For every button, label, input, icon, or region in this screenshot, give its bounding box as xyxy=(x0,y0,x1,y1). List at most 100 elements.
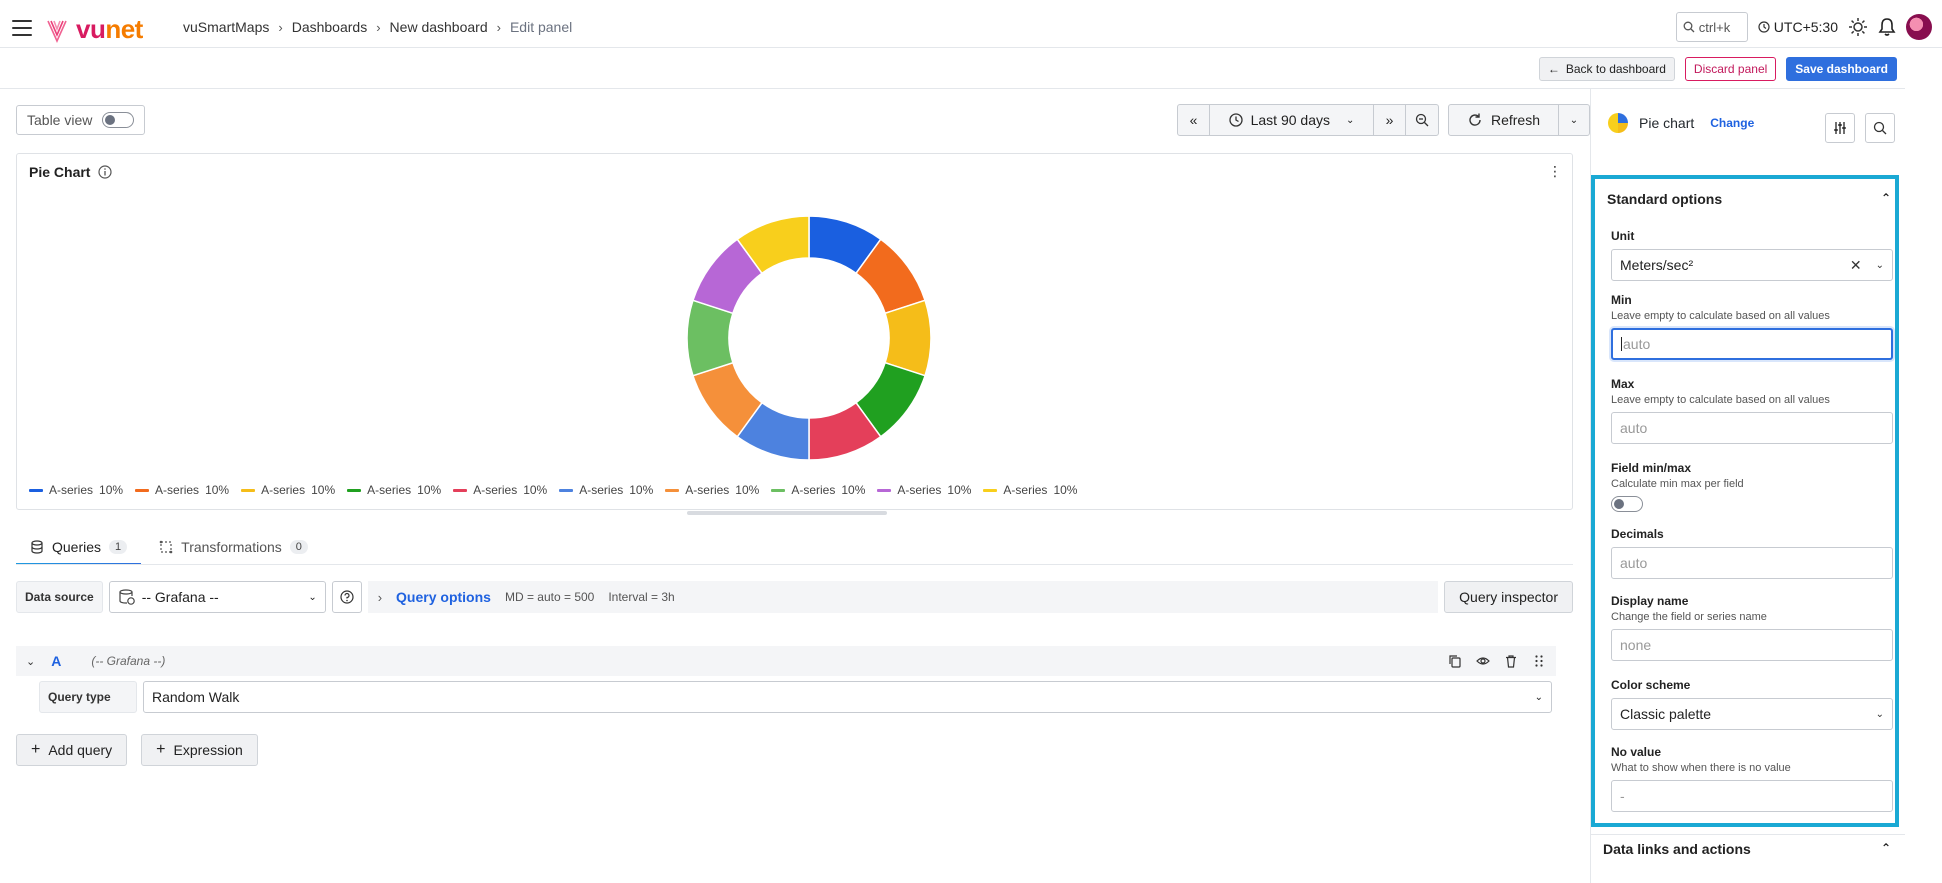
no-value-input[interactable]: - xyxy=(1611,780,1893,812)
back-to-dashboard-button[interactable]: ← Back to dashboard xyxy=(1538,57,1675,81)
zoom-out-button[interactable] xyxy=(1406,105,1438,135)
legend-label: A-series xyxy=(473,483,518,497)
color-scheme-label: Color scheme xyxy=(1611,678,1691,692)
chevron-down-icon: ⌄ xyxy=(1875,259,1884,271)
display-name-description: Change the field or series name xyxy=(1611,611,1767,623)
legend-item-2[interactable]: A-series 10% xyxy=(135,483,229,497)
breadcrumb-new-dashboard[interactable]: New dashboard xyxy=(390,19,488,35)
pie-chart xyxy=(686,215,932,461)
legend-item-3[interactable]: A-series 10% xyxy=(241,483,335,497)
edit-action-bar: ← Back to dashboard Discard panel Save d… xyxy=(0,55,1905,89)
chevron-down-icon: ⌄ xyxy=(308,591,317,603)
logo[interactable]: vunet xyxy=(46,14,143,45)
timezone-label: UTC+5:30 xyxy=(1773,19,1838,35)
tab-queries-label: Queries xyxy=(52,539,102,555)
database-icon xyxy=(31,540,43,554)
tab-queries[interactable]: Queries 1 xyxy=(16,532,142,565)
min-input[interactable]: auto xyxy=(1611,328,1893,360)
chevron-up-icon: ⌃ xyxy=(1880,191,1891,205)
display-name-placeholder: none xyxy=(1620,637,1652,653)
time-forward-button[interactable]: » xyxy=(1374,105,1406,135)
discard-panel-button[interactable]: Discard panel xyxy=(1684,57,1777,81)
legend-item-10[interactable]: A-series 10% xyxy=(983,483,1077,497)
standard-options-header[interactable]: Standard options ⌃ xyxy=(1607,191,1891,207)
unit-select[interactable]: Meters/sec² ✕ ⌄ xyxy=(1611,249,1893,281)
legend-swatch xyxy=(241,488,256,492)
refresh-icon xyxy=(1469,113,1481,126)
tab-transformations[interactable]: Transformations 0 xyxy=(145,532,322,562)
legend-label: A-series xyxy=(791,483,836,497)
chevron-down-icon: ⌄ xyxy=(1569,114,1579,126)
min-field: Min Leave empty to calculate based on al… xyxy=(1611,293,1893,360)
legend-percent: 10% xyxy=(841,483,866,497)
legend-item-1[interactable]: A-series 10% xyxy=(29,483,123,497)
save-dashboard-button[interactable]: Save dashboard xyxy=(1786,57,1897,81)
logo-mark-icon xyxy=(47,20,67,43)
query-options-bar[interactable]: › Query options MD = auto = 500 Interval… xyxy=(367,581,1439,613)
chevron-right-icon: › xyxy=(278,19,283,35)
legend-item-9[interactable]: A-series 10% xyxy=(877,483,971,497)
clear-icon[interactable]: ✕ xyxy=(1850,257,1862,274)
data-links-header[interactable]: Data links and actions ⌃ xyxy=(1603,841,1891,857)
table-view-label: Table view xyxy=(27,112,93,128)
decimals-input[interactable]: auto xyxy=(1611,547,1893,579)
options-filter-button[interactable] xyxy=(1825,113,1855,143)
query-inspector-button[interactable]: Query inspector xyxy=(1444,581,1573,613)
panel-resize-handle[interactable] xyxy=(687,511,887,515)
time-range-picker[interactable]: Last 90 days ⌄ xyxy=(1210,105,1374,135)
panel-title: Pie Chart xyxy=(29,164,113,180)
expression-button[interactable]: + Expression xyxy=(141,734,258,766)
search-button[interactable]: ctrl+k xyxy=(1675,12,1748,42)
drag-handle-icon[interactable] xyxy=(1532,654,1546,668)
datasource-row: Data source -- Grafana -- ⌄ › Query opti… xyxy=(16,581,1573,613)
query-ref-id[interactable]: A xyxy=(51,653,61,669)
eye-icon[interactable] xyxy=(1476,654,1490,668)
avatar[interactable] xyxy=(1906,14,1932,40)
add-query-button[interactable]: + Add query xyxy=(16,734,128,766)
panel-title-text: Pie Chart xyxy=(29,164,91,180)
menu-icon[interactable] xyxy=(12,20,32,36)
legend-label: A-series xyxy=(1003,483,1048,497)
table-view-switch[interactable] xyxy=(102,112,135,128)
info-icon[interactable] xyxy=(98,165,113,179)
legend-item-5[interactable]: A-series 10% xyxy=(453,483,547,497)
field-minmax-switch[interactable] xyxy=(1611,496,1643,512)
refresh-interval-dropdown[interactable]: ⌄ xyxy=(1559,105,1589,135)
datasource-select[interactable]: -- Grafana -- ⌄ xyxy=(108,581,326,613)
legend-item-7[interactable]: A-series 10% xyxy=(665,483,759,497)
legend-item-6[interactable]: A-series 10% xyxy=(559,483,653,497)
display-name-input[interactable]: none xyxy=(1611,629,1893,661)
timezone-picker[interactable]: UTC+5:30 xyxy=(1758,19,1838,35)
bell-icon[interactable] xyxy=(1878,17,1896,37)
legend-item-4[interactable]: A-series 10% xyxy=(347,483,441,497)
decimals-field: Decimals auto xyxy=(1611,527,1893,579)
duplicate-icon[interactable] xyxy=(1448,654,1462,668)
panel-menu-icon[interactable]: ⋮ xyxy=(1546,162,1564,180)
no-value-placeholder: - xyxy=(1620,788,1625,804)
collapse-chevron-icon[interactable]: ⌄ xyxy=(26,655,35,668)
max-input[interactable]: auto xyxy=(1611,412,1893,444)
legend-item-8[interactable]: A-series 10% xyxy=(771,483,865,497)
refresh-button[interactable]: Refresh xyxy=(1449,105,1559,135)
help-icon xyxy=(340,590,354,604)
no-value-field: No value What to show when there is no v… xyxy=(1611,745,1893,812)
color-scheme-select[interactable]: Classic palette ⌄ xyxy=(1611,698,1893,730)
legend-label: A-series xyxy=(49,483,94,497)
query-type-select[interactable]: Random Walk ⌄ xyxy=(143,681,1552,713)
decimals-placeholder: auto xyxy=(1620,555,1648,571)
chevron-right-icon: › xyxy=(377,589,383,605)
standard-options-section: Standard options ⌃ Unit Meters/sec² ✕ ⌄ … xyxy=(1591,175,1899,827)
options-tools xyxy=(1825,113,1895,143)
breadcrumb-dashboards[interactable]: Dashboards xyxy=(292,19,368,35)
legend-swatch xyxy=(135,488,150,492)
options-search-button[interactable] xyxy=(1865,113,1895,143)
breadcrumb-vusmartmaps[interactable]: vuSmartMaps xyxy=(183,19,269,35)
table-view-toggle[interactable]: Table view xyxy=(16,105,146,135)
min-label: Min xyxy=(1611,293,1632,307)
query-type-label: Query type xyxy=(39,681,137,713)
change-visualization-link[interactable]: Change xyxy=(1710,116,1754,130)
trash-icon[interactable] xyxy=(1504,654,1518,668)
theme-sun-icon[interactable] xyxy=(1848,17,1868,37)
datasource-help-button[interactable] xyxy=(331,581,362,613)
time-back-button[interactable]: « xyxy=(1178,105,1210,135)
